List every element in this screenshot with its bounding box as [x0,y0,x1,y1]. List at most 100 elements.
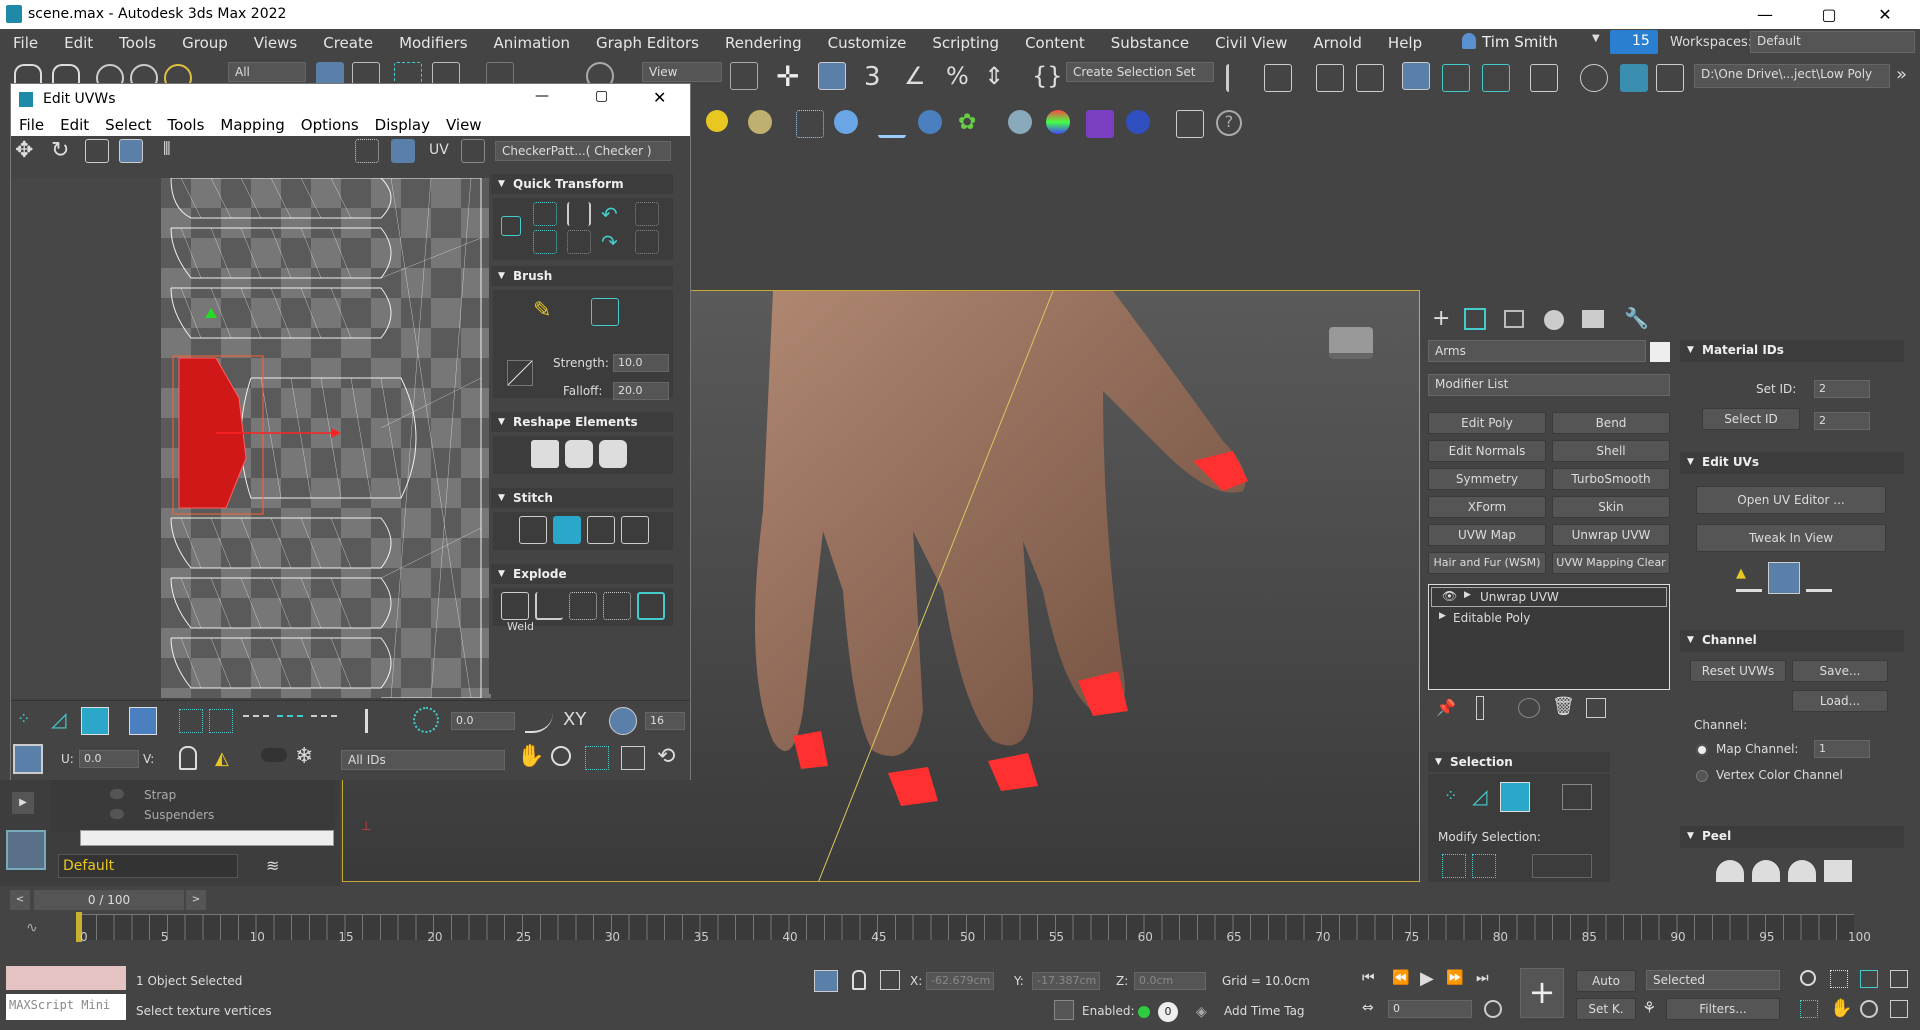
zoom-extents-icon[interactable] [621,746,645,770]
absolute-mode-icon[interactable] [880,970,900,990]
falloff-line-icon[interactable] [507,360,533,386]
sphere-light-icon[interactable] [748,110,772,134]
spinner-snap-icon[interactable]: ⇕ [984,62,1004,90]
modifier-button-unwrap-uvw[interactable]: Unwrap UVW [1552,524,1670,546]
angle-snap-icon[interactable]: ∠ [904,62,926,90]
timeline-next-button[interactable]: > [186,890,206,910]
close-button[interactable]: ✕ [1862,0,1908,29]
loop-icon[interactable] [243,715,269,719]
lock-icon[interactable] [179,746,197,770]
timeline-prev-button[interactable]: < [10,890,30,910]
menu-views[interactable]: Views [241,34,310,52]
scale-icon[interactable] [85,139,109,163]
time-tag-icon[interactable]: ◈ [1196,1004,1207,1020]
rotate-ccw-icon[interactable]: ↶ [601,202,625,226]
uv-menu-file[interactable]: File [11,116,52,134]
uv-menu-mapping[interactable]: Mapping [212,116,292,134]
set-key-big-button[interactable]: + [1520,968,1564,1018]
object-name-field[interactable]: Arms [1428,340,1646,362]
zoom-region-icon[interactable] [585,746,609,770]
maximize-toggle-icon[interactable] [1890,1000,1908,1018]
auto-key-button[interactable]: Auto [1576,970,1636,992]
modifier-button-xform[interactable]: XForm [1428,496,1546,518]
shrink-icon[interactable] [209,709,233,733]
notifications-badge[interactable]: 15 [1610,30,1658,54]
document-icon[interactable] [1176,110,1204,138]
select-id-button[interactable]: Select ID [1702,408,1800,430]
go-to-start-icon[interactable]: ⏮ [1362,970,1375,986]
expand-arrow-icon[interactable]: ▶ [1464,590,1471,600]
toggle-ribbon-icon[interactable] [1402,62,1430,90]
motion-tab-icon[interactable] [1544,310,1564,330]
mirror-icon[interactable] [1226,64,1254,92]
face-mode-icon[interactable] [81,707,109,735]
configure-sets-icon[interactable] [1586,698,1606,718]
uv-minimize-button[interactable]: — [535,88,549,104]
time-slider[interactable]: 0 / 100 [34,890,184,910]
soft-select-icon[interactable] [365,709,368,733]
menu-help[interactable]: Help [1375,34,1435,52]
isolate-selection-icon[interactable] [814,970,838,992]
menu-edit[interactable]: Edit [51,34,106,52]
checker-pattern-dropdown[interactable]: CheckerPatt...( Checker ) [495,141,671,161]
menu-civil-view[interactable]: Civil View [1202,34,1300,52]
create-selection-set-dropdown[interactable]: Create Selection Set [1066,62,1214,82]
paint-pin-icon[interactable]: ✎ [533,298,561,326]
select-id-spinner[interactable]: 2 [1814,412,1870,430]
add-time-tag-label[interactable]: Add Time Tag [1224,1004,1305,1018]
maxscript-listener-top[interactable] [6,966,126,990]
visibility-icon[interactable] [110,789,124,799]
select-manipulate-icon[interactable]: ✛ [776,60,799,93]
menu-rendering[interactable]: Rendering [712,34,815,52]
uv-menu-display[interactable]: Display [367,116,438,134]
modifier-button-skin[interactable]: Skin [1552,496,1670,518]
rotate-icon[interactable]: ↻ [51,138,69,163]
horizontal-scrollbar[interactable] [80,830,334,846]
user-dropdown-arrow-icon[interactable]: ▼ [1592,33,1600,44]
tweak-icon-2[interactable] [1768,562,1800,594]
show-map-icon[interactable] [391,139,415,163]
reference-coordinate-dropdown[interactable]: View [642,62,722,82]
map-channel-spinner[interactable]: 1 [1814,740,1870,758]
toolbar-overflow-icon[interactable]: » [1896,64,1907,85]
percent-snap-icon[interactable]: % [946,62,969,90]
substance-icon[interactable] [1086,110,1114,138]
pyramid-icon[interactable] [878,110,906,138]
scene-explorer-expand-icon[interactable]: ▶ [12,792,34,814]
unfold-icon[interactable] [599,440,627,468]
vertex-color-radio[interactable] [1696,770,1708,782]
render-production-icon[interactable] [1656,64,1684,92]
menu-file[interactable]: File [0,34,51,52]
remove-modifier-icon[interactable]: 🗑 [1552,696,1575,717]
map-channel-radio[interactable] [1696,744,1708,756]
modifier-list-dropdown[interactable]: Modifier List [1428,374,1670,396]
loop-selection-icon[interactable] [1532,854,1592,878]
shrink-selection-icon[interactable] [1472,854,1496,878]
stitch-target-icon[interactable] [621,516,649,544]
modifier-button-uvw-map[interactable]: UVW Map [1428,524,1546,546]
display-tab-icon[interactable] [1582,310,1604,328]
maximize-button[interactable]: ▢ [1806,0,1852,29]
create-tab-icon[interactable]: + [1432,306,1450,331]
freeform-icon[interactable] [119,139,143,163]
pan-view-icon[interactable]: ✋ [1830,998,1852,1019]
list-item[interactable]: Suspenders [110,808,214,822]
snowflake-icon[interactable]: ❄ [295,744,313,769]
edge-mode-icon[interactable]: ◿ [51,707,66,731]
visibility-icon[interactable] [110,809,124,819]
soft-select-spinner[interactable]: 0.0 [451,712,515,730]
curve-toggle-icon[interactable]: ∿ [26,920,38,936]
uv-menu-edit[interactable]: Edit [52,116,97,134]
pivot-center-icon[interactable] [730,62,758,90]
z-coordinate-field[interactable]: 0.0cm [1134,972,1206,990]
menu-graph-editors[interactable]: Graph Editors [583,34,712,52]
named-selection-icon[interactable]: {} [1032,62,1063,90]
menu-arnold[interactable]: Arnold [1300,34,1375,52]
falloff-spinner[interactable]: 20.0 [613,382,669,400]
selection-lock-icon[interactable] [852,970,866,990]
plant-icon[interactable]: ✿ [958,110,986,138]
pan-icon[interactable]: ✋ [517,744,544,769]
enabled-indicator[interactable] [1138,1006,1150,1018]
uv-label[interactable]: UV [429,142,449,158]
adaptive-degradation-icon[interactable] [1054,1000,1074,1020]
